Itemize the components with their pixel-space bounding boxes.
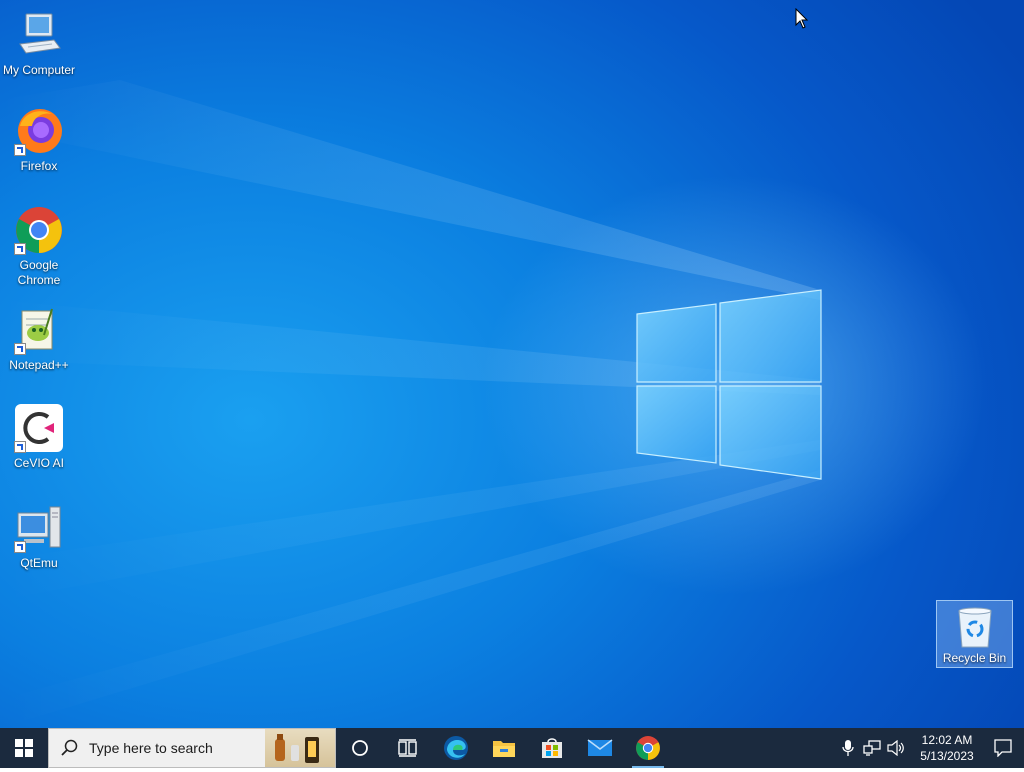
store-icon <box>542 738 562 758</box>
cortana-icon <box>352 740 368 756</box>
shortcut-arrow-icon <box>14 243 26 255</box>
desktop-icon-label: Google Chrome <box>17 258 61 287</box>
search-placeholder: Type here to search <box>89 740 213 756</box>
desktop[interactable]: My Computer Firefox Google Chrome Notepa… <box>0 0 1024 728</box>
desktop-icon-notepadpp[interactable]: Notepad++ <box>1 305 77 373</box>
mail-button[interactable] <box>576 728 624 768</box>
volume-icon <box>887 740 904 756</box>
wallpaper <box>0 80 822 728</box>
search-icon <box>61 739 78 756</box>
desktop-icon-label: My Computer <box>2 63 76 77</box>
network-button[interactable] <box>860 728 884 768</box>
edge-button[interactable] <box>432 728 480 768</box>
desktop-icon-label: QtEmu <box>20 556 58 570</box>
desktop-icon-chrome[interactable]: Google Chrome <box>1 205 77 288</box>
edge-icon <box>444 736 468 760</box>
cortana-button[interactable] <box>336 728 384 768</box>
shortcut-arrow-icon <box>14 541 26 553</box>
shortcut-arrow-icon <box>14 343 26 355</box>
shortcut-arrow-icon <box>14 144 26 156</box>
desktop-icon-qtemu[interactable]: QtEmu <box>1 503 77 571</box>
microphone-button[interactable] <box>836 728 860 768</box>
microphone-icon <box>842 740 854 756</box>
notification-icon <box>994 739 1012 757</box>
start-button[interactable] <box>0 728 48 768</box>
clock-time: 12:02 AM <box>921 733 973 747</box>
desktop-icon-label: CeVIO AI <box>13 456 65 470</box>
desktop-icon-label: Notepad++ <box>9 358 69 372</box>
action-center-button[interactable] <box>982 728 1024 768</box>
desktop-icon-firefox[interactable]: Firefox <box>1 106 77 174</box>
chrome-taskbar-button[interactable] <box>624 728 672 768</box>
desktop-icon-recycle-bin[interactable]: Recycle Bin <box>936 600 1013 668</box>
file-explorer-button[interactable] <box>480 728 528 768</box>
clock-date: 5/13/2023 <box>920 749 974 763</box>
shortcut-arrow-icon <box>14 441 26 453</box>
file-explorer-icon <box>493 741 515 757</box>
system-tray: 12:02 AM 5/13/2023 <box>836 728 1024 768</box>
recycle-bin-icon <box>957 607 992 648</box>
desktop-icon-cevio[interactable]: CeVIO AI <box>1 403 77 471</box>
mail-icon <box>587 739 613 756</box>
network-icon <box>863 740 881 756</box>
task-view-button[interactable] <box>384 728 432 768</box>
store-button[interactable] <box>528 728 576 768</box>
search-box[interactable]: Type here to search <box>48 728 336 768</box>
desktop-icon-label: Recycle Bin <box>942 651 1007 665</box>
chrome-icon <box>636 736 660 760</box>
desktop-icon-label: Firefox <box>20 159 58 173</box>
windows-start-icon <box>15 739 33 757</box>
search-highlight-image <box>265 729 335 767</box>
taskbar: Type here to search 12:02 AM 5/13/2023 <box>0 728 1024 768</box>
desktop-icon-my-computer[interactable]: My Computer <box>1 10 77 78</box>
mouse-cursor-icon <box>795 8 809 29</box>
task-view-icon <box>398 739 417 757</box>
clock[interactable]: 12:02 AM 5/13/2023 <box>912 732 982 764</box>
computer-icon <box>19 13 61 54</box>
volume-button[interactable] <box>884 728 908 768</box>
